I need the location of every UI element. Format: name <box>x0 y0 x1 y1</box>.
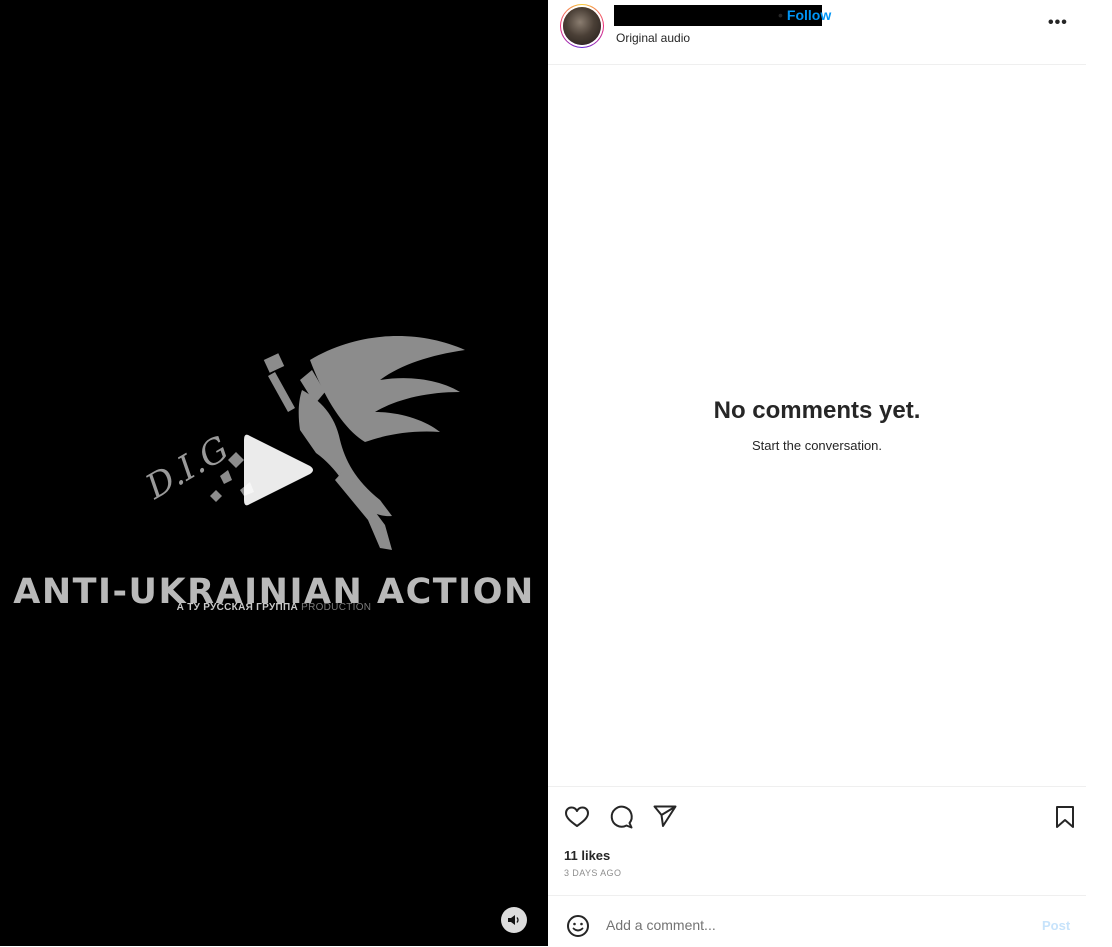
speaker-icon <box>508 915 519 925</box>
comment-input[interactable] <box>606 910 1026 940</box>
overlay-subtitle-main: А ТУ РУССКАЯ ГРУППА <box>176 602 298 613</box>
no-comments-title: No comments yet. <box>713 397 921 424</box>
emoji-icon[interactable] <box>566 914 590 938</box>
audio-label[interactable]: Original audio <box>616 31 690 45</box>
action-bar-divider <box>548 786 1086 787</box>
video-overlay-subtitle: А ТУ РУССКАЯ ГРУППА PRODUCTION <box>0 602 548 613</box>
heart-icon[interactable] <box>564 804 590 830</box>
video-player[interactable]: D.I.G ANTI-UKRAINIAN ACTION А ТУ РУССКАЯ… <box>0 0 548 946</box>
follow-button[interactable]: • Follow <box>778 7 831 23</box>
mute-button[interactable] <box>501 907 527 933</box>
no-comments-subtitle: Start the conversation. <box>751 438 883 453</box>
post-button[interactable]: Post <box>1042 918 1070 933</box>
likes-count[interactable]: 11 likes <box>564 848 610 863</box>
follow-label: Follow <box>786 7 832 23</box>
play-icon[interactable] <box>240 430 316 510</box>
post-header: • Follow Original audio ••• <box>548 0 1086 65</box>
follow-separator: • <box>778 7 783 23</box>
share-icon[interactable] <box>652 803 678 829</box>
comment-icon[interactable] <box>608 804 634 830</box>
more-options-button[interactable]: ••• <box>1048 14 1068 32</box>
avatar[interactable] <box>560 4 604 48</box>
avatar-image <box>563 7 601 45</box>
comment-bar: Post <box>548 895 1086 947</box>
post-sidebar: • Follow Original audio ••• No comments y… <box>548 0 1112 946</box>
post-date[interactable]: 3 DAYS AGO <box>564 868 621 878</box>
bookmark-icon[interactable] <box>1052 804 1078 830</box>
overlay-subtitle-tail: PRODUCTION <box>301 602 372 613</box>
